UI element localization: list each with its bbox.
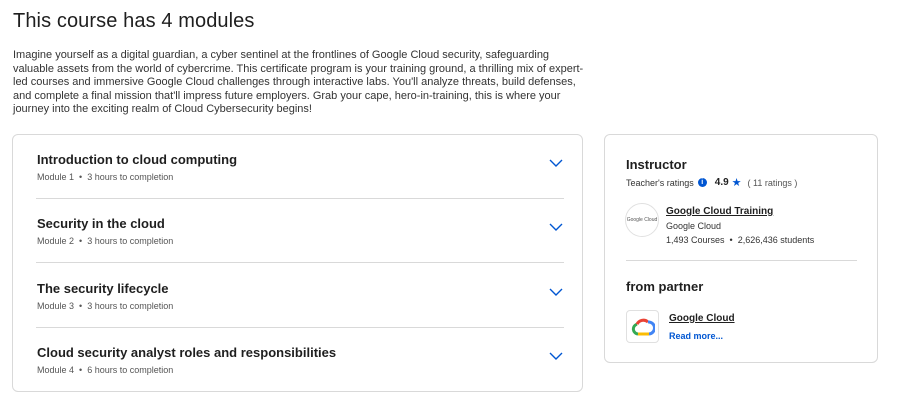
chevron-down-icon[interactable] [548,350,564,362]
ratings-count: ( 11 ratings ) [747,177,798,188]
module-number: Module 4 [37,365,75,375]
module-title[interactable]: Cloud security analyst roles and respons… [37,345,336,360]
module-meta: Module 4 • 6 hours to completion [37,365,173,375]
course-description: Imagine yourself as a digital guardian, … [13,49,584,115]
google-cloud-logo-icon[interactable] [626,310,659,343]
module-item[interactable]: Introduction to cloud computing Module 1… [36,135,564,199]
page-title: This course has 4 modules [13,10,255,32]
read-more-link[interactable]: Read more... [669,331,723,341]
partner-heading: from partner [626,279,704,294]
separator-dot: • [79,172,83,182]
info-icon[interactable]: i [697,178,707,187]
star-icon: ★ [731,177,742,189]
module-number: Module 2 [37,236,75,246]
courses-count: 1,493 Courses [666,235,725,245]
teacher-ratings: Teacher's ratings i 4.9 ★ ( 11 ratings ) [626,176,797,189]
separator-dot: • [79,365,83,375]
chevron-down-icon[interactable] [548,157,564,169]
module-duration: 3 hours to completion [87,301,174,311]
module-number: Module 3 [37,301,75,311]
rating-score: 4.9 [714,177,729,188]
instructor-org: Google Cloud [666,221,722,231]
module-item[interactable]: Cloud security analyst roles and respons… [36,328,564,392]
module-title[interactable]: Security in the cloud [37,216,165,231]
module-item[interactable]: The security lifecycle Module 3 • 3 hours … [36,264,564,328]
partner-name-link[interactable]: Google Cloud [669,313,735,324]
instructor-heading: Instructor [626,157,687,172]
separator-dot: • [79,236,83,246]
instructor-card: Instructor Teacher's ratings i 4.9 ★ ( 1… [604,134,878,363]
separator-dot: • [729,235,733,245]
ratings-label: Teacher's ratings [626,177,694,188]
instructor-name-link[interactable]: Google Cloud Training [666,206,773,217]
modules-list: Introduction to cloud computing Module 1… [12,134,583,392]
chevron-down-icon[interactable] [548,286,564,298]
module-duration: 6 hours to completion [87,365,174,375]
cloud-icon [631,318,655,335]
module-duration: 3 hours to completion [87,236,174,246]
students-count: 2,626,436 students [737,235,815,245]
instructor-logo-text: Google Cloud [626,217,658,223]
module-meta: Module 1 • 3 hours to completion [37,172,173,182]
module-title[interactable]: Introduction to cloud computing [37,152,237,167]
instructor-avatar[interactable]: Google Cloud [625,203,659,237]
instructor-stats: 1,493 Courses • 2,626,436 students [666,235,814,245]
module-meta: Module 2 • 3 hours to completion [37,236,173,246]
divider [36,262,564,263]
module-number: Module 1 [37,172,75,182]
separator-dot: • [79,301,83,311]
module-item[interactable]: Security in the cloud Module 2 • 3 hours t… [36,199,564,263]
chevron-down-icon[interactable] [548,221,564,233]
module-meta: Module 3 • 3 hours to completion [37,301,173,311]
module-title[interactable]: The security lifecycle [37,281,169,296]
module-duration: 3 hours to completion [87,172,174,182]
divider [626,260,857,261]
